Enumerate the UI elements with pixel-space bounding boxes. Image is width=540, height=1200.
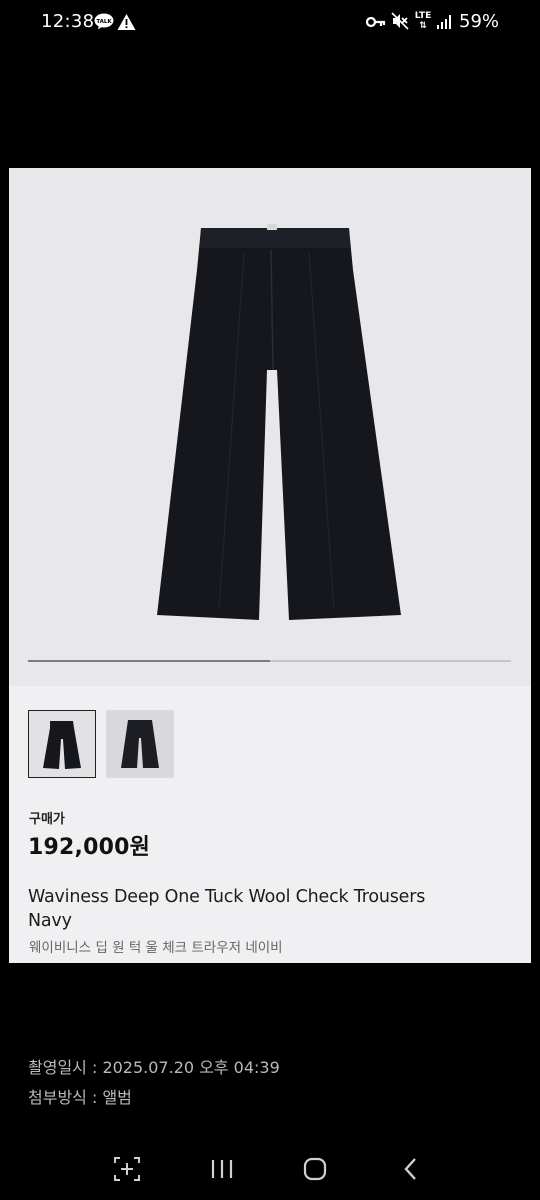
lte-label: LTE [414,11,432,21]
recents-icon[interactable] [206,1154,238,1184]
price: 192,000원 [28,835,151,860]
mute-icon [391,12,409,30]
product-image-viewer[interactable] [9,168,531,686]
image-progress-track [28,660,511,662]
product-name-kr: 웨이비니스 딥 원 턱 울 체크 트라우저 네이비 [29,940,283,956]
screen-capture-icon[interactable] [111,1154,143,1184]
trousers-image [157,224,401,620]
signal-icon [437,15,451,29]
status-time: 12:38 [41,11,95,32]
product-name-en: Waviness Deep One Tuck Wool Check Trouse… [28,887,426,931]
capture-date: 촬영일시 : 2025.07.20 오후 04:39 [28,1058,280,1077]
image-progress-fill [28,660,270,662]
thumbnail-back-image [121,720,159,768]
lte-icon: LTE ⇅ [414,11,432,33]
back-icon[interactable] [395,1154,427,1184]
key-icon [366,16,386,28]
thumbnail-front-image [43,721,81,769]
kakaotalk-icon: TALK [94,13,114,30]
attach-method: 첨부방식 : 앨범 [28,1088,132,1107]
home-icon[interactable] [299,1154,331,1184]
thumbnail-back[interactable] [106,710,174,778]
battery-percent: 59% [459,11,500,32]
product-card: 구매가 192,000원 Waviness Deep One Tuck Wool… [9,168,531,963]
navigation-bar [0,1140,540,1200]
thumbnail-front[interactable] [28,710,96,778]
talk-badge-text: TALK [96,19,112,25]
data-arrows-icon: ⇅ [419,21,427,31]
status-bar: 12:38 TALK LTE ⇅ 59% [0,0,540,44]
warning-icon [117,14,136,30]
price-label: 구매가 [29,812,65,827]
